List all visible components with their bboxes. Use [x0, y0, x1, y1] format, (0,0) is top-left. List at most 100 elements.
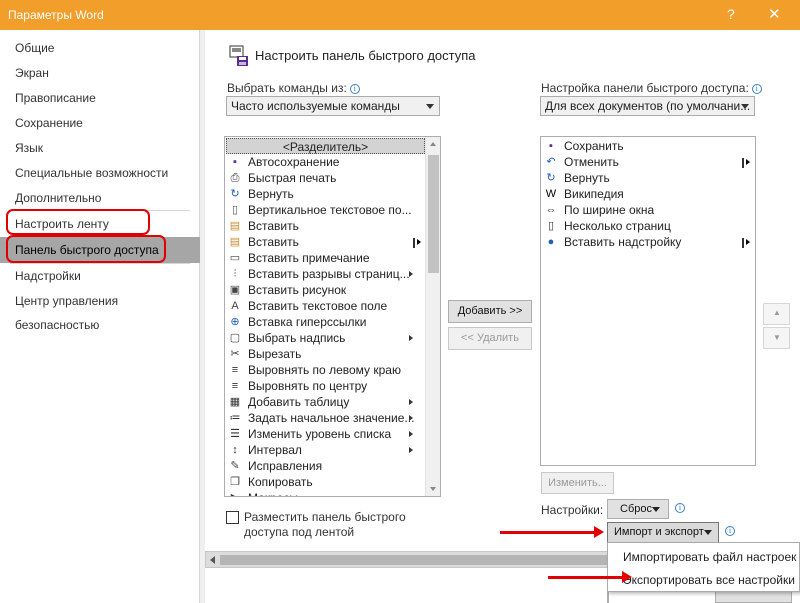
scroll-down-icon[interactable] — [430, 487, 436, 491]
command-item[interactable]: A Вставить текстовое поле — [226, 298, 425, 314]
command-label: Отменить — [564, 155, 619, 169]
sidebar-item-display[interactable]: Экран — [0, 61, 200, 85]
sidebar-item-accessibility[interactable]: Специальные возможности — [0, 161, 200, 185]
command-item[interactable]: ⊕ Вставка гиперссылки — [226, 314, 425, 330]
available-commands-list[interactable]: <Разделитель> ▪ Автосохранение ⎙ Быстрая печ… — [224, 136, 441, 497]
separator-item[interactable]: <Разделитель> — [226, 138, 425, 154]
command-item[interactable]: ▦ Добавить таблицу — [226, 394, 425, 410]
quick-print-icon: ⎙ — [230, 172, 240, 184]
scroll-thumb[interactable] — [220, 555, 617, 565]
quick-access-toolbar-icon — [229, 45, 248, 66]
move-up-button[interactable]: ▲ — [763, 303, 790, 325]
command-item[interactable]: ↻ Вернуть — [226, 186, 425, 202]
command-item[interactable]: ↕ Интервал — [226, 442, 425, 458]
page-title: Настроить панель быстрого доступа — [255, 48, 476, 63]
toolbar-command-item[interactable]: ⇔ По ширине окна — [542, 202, 754, 218]
command-item[interactable]: ▤ Вставить — [226, 234, 425, 250]
customize-scope-value: Для всех документов (по умолчани... — [545, 99, 751, 113]
command-item[interactable]: ✂ Вырезать — [226, 346, 425, 362]
command-label: Вставить — [248, 219, 299, 233]
move-down-button[interactable]: ▼ — [763, 327, 790, 349]
command-item[interactable]: ▣ Вставить рисунок — [226, 282, 425, 298]
toolbar-command-item[interactable]: ↻ Вернуть — [542, 170, 754, 186]
submenu-arrow-icon — [409, 271, 413, 277]
annotation-arrow — [548, 576, 624, 579]
command-label: Вставить рисунок — [248, 283, 347, 297]
command-item[interactable]: ▤ Вставить — [226, 218, 425, 234]
align-center-icon: ≡ — [231, 380, 239, 392]
annotation-arrow-head — [622, 571, 632, 583]
add-button[interactable]: Добавить >> — [448, 300, 532, 323]
macros-icon: ▶ — [228, 491, 242, 496]
command-label: Быстрая печать — [248, 171, 337, 185]
submenu-arrow-icon — [409, 415, 413, 421]
command-label: Добавить таблицу — [248, 395, 350, 409]
sidebar-item-add-ins[interactable]: Надстройки — [0, 264, 200, 288]
customize-scope-combo[interactable]: Для всех документов (по умолчани... — [540, 96, 755, 116]
command-item[interactable]: ▢ Выбрать надпись — [226, 330, 425, 346]
annotation-arrow — [500, 531, 596, 534]
choose-commands-combo[interactable]: Часто используемые команды — [226, 96, 440, 116]
command-item[interactable]: ▭ Вставить примечание — [226, 250, 425, 266]
toolbar-command-item[interactable]: ▯ Несколько страниц — [542, 218, 754, 234]
toolbar-command-item[interactable]: ● Вставить надстройку — [542, 234, 754, 250]
chevron-down-icon — [652, 507, 660, 512]
import-settings-item[interactable]: Импортировать файл настроек — [608, 545, 800, 569]
copy-icon: ❐ — [230, 476, 240, 488]
pane-bar-icon — [413, 238, 415, 248]
commands-scrollbar[interactable] — [425, 137, 440, 496]
command-label: Вставить — [248, 235, 299, 249]
scroll-thumb[interactable] — [428, 155, 439, 273]
sidebar-item-save[interactable]: Сохранение — [0, 111, 200, 135]
command-item[interactable]: ≡ Выровнять по левому краю — [226, 362, 425, 378]
modify-button[interactable]: Изменить... — [541, 472, 614, 494]
choose-commands-label-text: Выбрать команды из: — [227, 81, 347, 95]
command-item[interactable]: ⎙ Быстрая печать — [226, 170, 425, 186]
import-export-button[interactable]: Импорт и экспорт — [607, 522, 719, 543]
submenu-arrow-icon — [409, 399, 413, 405]
scroll-left-icon[interactable] — [210, 556, 215, 564]
command-item[interactable]: ⫶ Вставить разрывы страниц... — [226, 266, 425, 282]
command-item[interactable]: ≡ Выровнять по центру — [226, 378, 425, 394]
toolbar-commands-list[interactable]: ▪ Сохранить ↶ Отменить ↻ Вернуть W Википедия ⇔ По… — [540, 136, 756, 466]
reset-button[interactable]: Сброс — [607, 499, 669, 519]
help-icon[interactable]: ? — [727, 6, 735, 22]
sidebar-item-trust-center[interactable]: Центр управления безопасностью — [0, 289, 200, 332]
command-label: <Разделитель> — [282, 140, 369, 154]
close-icon[interactable]: ✕ — [768, 5, 781, 23]
export-all-settings-item[interactable]: Экспортировать все настройки — [608, 568, 800, 592]
choose-commands-label: Выбрать команды из: i — [227, 81, 360, 95]
toolbar-command-item[interactable]: W Википедия — [542, 186, 754, 202]
command-item[interactable]: ▪ Автосохранение — [226, 154, 425, 170]
choose-commands-value: Часто используемые команды — [231, 99, 400, 113]
toolbar-command-item[interactable]: ▪ Сохранить — [542, 138, 754, 154]
command-item[interactable]: ✎ Исправления — [226, 458, 425, 474]
sidebar-item-general[interactable]: Общие — [0, 36, 200, 60]
remove-button[interactable]: << Удалить — [448, 327, 532, 350]
select-caption-icon: ▢ — [229, 332, 241, 344]
command-label: Автосохранение — [248, 155, 340, 169]
command-label: Вставить текстовое поле — [248, 299, 388, 313]
info-icon: i — [349, 84, 360, 94]
command-item[interactable]: ▯ Вертикальное текстовое по... — [226, 202, 425, 218]
sidebar-item-language[interactable]: Язык — [0, 136, 200, 160]
command-label: Вернуть — [248, 187, 294, 201]
command-item[interactable]: ❐ Копировать — [226, 474, 425, 490]
chevron-down-icon — [704, 530, 712, 535]
redo-icon: ↻ — [230, 188, 240, 200]
sidebar-item-advanced[interactable]: Дополнительно — [0, 186, 200, 210]
expand-arrow-icon — [417, 239, 421, 245]
command-item[interactable]: ≔ Задать начальное значение... — [226, 410, 425, 426]
scroll-up-icon[interactable] — [430, 142, 436, 146]
toolbar-command-item[interactable]: ↶ Отменить — [542, 154, 754, 170]
show-below-ribbon-checkbox[interactable] — [226, 511, 239, 524]
sidebar-item-proofing[interactable]: Правописание — [0, 86, 200, 110]
command-label: Выровнять по левому краю — [248, 363, 401, 377]
page-break-icon: ⫶ — [233, 268, 237, 280]
command-item[interactable]: ☰ Изменить уровень списка — [226, 426, 425, 442]
command-item[interactable]: ▶ Макросы — [226, 490, 425, 496]
annotation-arrow-head — [594, 526, 604, 538]
redo-icon: ↻ — [546, 172, 556, 184]
command-label: Несколько страниц — [564, 219, 671, 233]
submenu-arrow-icon — [409, 335, 413, 341]
